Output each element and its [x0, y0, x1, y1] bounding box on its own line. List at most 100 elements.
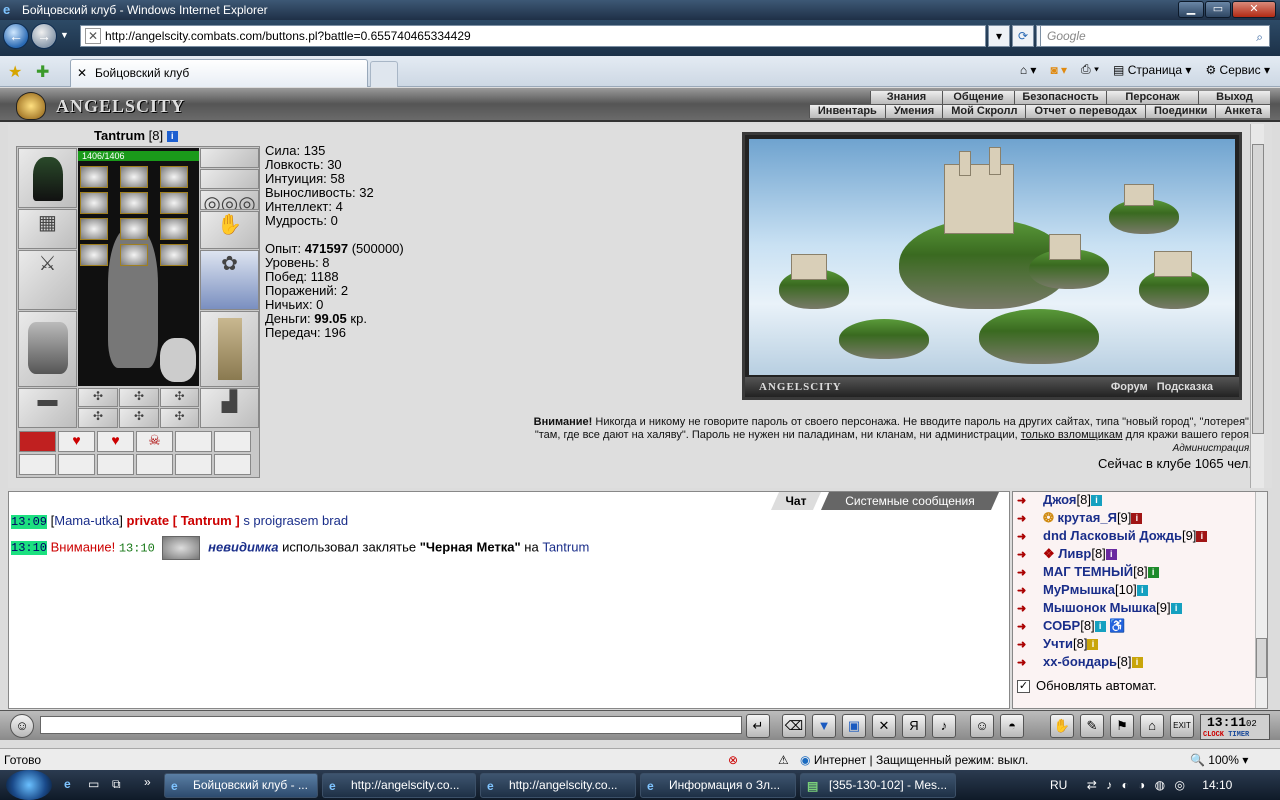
- save-icon[interactable]: ▣: [842, 714, 866, 738]
- menu-profile[interactable]: Анкета: [1215, 105, 1270, 118]
- main-scroll-thumb[interactable]: [1252, 144, 1264, 434]
- user-name[interactable]: МуРмышка: [1043, 582, 1115, 597]
- switch-windows-icon[interactable]: ⧉: [112, 777, 121, 792]
- armor-slot[interactable]: [18, 311, 77, 387]
- back-button[interactable]: ←: [3, 23, 29, 49]
- address-bar[interactable]: ✕ http://angelscity.combats.com/buttons.…: [80, 25, 986, 47]
- private-arrow-icon[interactable]: ➜: [1017, 620, 1043, 633]
- online-user[interactable]: ➜ Мышонок Мышка[9] i: [1017, 600, 1182, 618]
- volume-icon[interactable]: ♪: [1106, 778, 1112, 792]
- empty-slot[interactable]: [58, 454, 95, 475]
- private-arrow-icon[interactable]: ➜: [1017, 494, 1043, 507]
- weapon-slot[interactable]: ⚔: [18, 250, 77, 310]
- search-input[interactable]: Google ⌕: [1040, 25, 1270, 47]
- item-slot[interactable]: [80, 244, 108, 266]
- effect-slot[interactable]: [19, 431, 56, 452]
- private-arrow-icon[interactable]: ➜: [1017, 512, 1043, 525]
- info-icon[interactable]: i: [1105, 549, 1117, 561]
- zoom-level[interactable]: 🔍 100% ▾: [1190, 749, 1248, 771]
- user-name[interactable]: МАГ ТЕМНЫЙ: [1043, 564, 1133, 579]
- rings-slot[interactable]: ◎◎◎: [200, 190, 259, 210]
- info-icon[interactable]: i: [166, 131, 178, 143]
- item-slot[interactable]: [120, 218, 148, 240]
- popup-blocker-icon[interactable]: ⊗: [728, 749, 738, 771]
- user-name[interactable]: Учти: [1043, 636, 1073, 651]
- user-name[interactable]: Мышонок Мышка: [1043, 600, 1156, 615]
- private-arrow-icon[interactable]: ➜: [1017, 638, 1043, 651]
- page-menu[interactable]: ▤ Страница ▾: [1113, 63, 1191, 77]
- private-arrow-icon[interactable]: ➜: [1017, 584, 1043, 597]
- user-name[interactable]: крутая_Я: [1058, 510, 1117, 525]
- menu-exit[interactable]: Выход: [1198, 91, 1270, 104]
- menu-knowledge[interactable]: Знания: [870, 91, 942, 104]
- menu-communication[interactable]: Общение: [942, 91, 1014, 104]
- menu-battles[interactable]: Поединки: [1145, 105, 1216, 118]
- user-name[interactable]: СОБР: [1043, 618, 1080, 633]
- private-arrow-icon[interactable]: ➜: [1017, 602, 1043, 615]
- amulet-slot[interactable]: [200, 148, 259, 168]
- item-slot[interactable]: [120, 166, 148, 188]
- item-slot[interactable]: [160, 244, 188, 266]
- menu-security[interactable]: Безопасность: [1014, 91, 1106, 104]
- sound-icon[interactable]: ♪: [932, 714, 956, 738]
- picture-links[interactable]: Форум Подсказка: [1111, 377, 1213, 397]
- recent-pages-dropdown-icon[interactable]: ▼: [60, 30, 69, 40]
- address-dropdown-icon[interactable]: ▾: [988, 25, 1010, 47]
- heart-effect-slot[interactable]: ♥: [58, 431, 95, 452]
- belt-slot[interactable]: ▬: [18, 388, 77, 428]
- tab-chat[interactable]: Чат: [771, 492, 821, 510]
- language-indicator[interactable]: RU: [1050, 778, 1067, 792]
- print-icon[interactable]: ⎙ ▾: [1081, 62, 1099, 77]
- item-slot[interactable]: [80, 166, 108, 188]
- info-icon[interactable]: i: [1094, 621, 1106, 633]
- menu-transfer-report[interactable]: Отчет о переводах: [1025, 105, 1146, 118]
- info-icon[interactable]: i: [1131, 657, 1143, 669]
- online-user[interactable]: ➜ СОБР[8] i ♿: [1017, 618, 1125, 636]
- tab-system-messages[interactable]: Системные сообщения: [821, 492, 999, 510]
- empty-slot[interactable]: [136, 454, 173, 475]
- clock-timer[interactable]: 13:1102 CLOCK TIMER: [1200, 714, 1270, 740]
- flowers-slot[interactable]: ✿: [200, 250, 259, 310]
- online-user[interactable]: ➜ dnd Ласковый Дождь[9] i: [1017, 528, 1208, 546]
- chat-caster[interactable]: невидимка: [208, 539, 278, 554]
- boots-slot[interactable]: ▟: [200, 388, 259, 428]
- info-icon[interactable]: i: [1136, 585, 1148, 597]
- empty-slot[interactable]: [175, 431, 212, 452]
- quicklaunch-more-icon[interactable]: »: [144, 775, 151, 789]
- rune-slot[interactable]: ✣: [78, 388, 118, 407]
- chat-mode-icon[interactable]: ☺: [10, 714, 34, 738]
- tab-fight-club[interactable]: ✕ Бойцовский клуб: [70, 59, 368, 87]
- taskbar-item[interactable]: e Бойцовский клуб - ...: [164, 773, 318, 798]
- user-name[interactable]: хх-бондарь: [1043, 654, 1117, 669]
- menu-character[interactable]: Персонаж: [1106, 91, 1198, 104]
- online-user[interactable]: ➜ Джоя[8] i: [1017, 492, 1102, 510]
- new-tab-button[interactable]: [370, 61, 398, 87]
- online-user[interactable]: ➜ ❖ Ливр[8] i: [1017, 546, 1117, 564]
- quicklaunch-ie-icon[interactable]: e: [64, 777, 71, 791]
- empty-slot[interactable]: [214, 431, 251, 452]
- auto-refresh-option[interactable]: ✓ Обновлять автомат.: [1017, 678, 1156, 694]
- hand-icon[interactable]: ✋: [1050, 714, 1074, 738]
- rune-slot[interactable]: ✣: [119, 388, 159, 407]
- taskbar-item[interactable]: e Информация о Зл...: [640, 773, 796, 798]
- clear-icon[interactable]: ⌫: [782, 714, 806, 738]
- tray-app-icon[interactable]: ◑: [1138, 778, 1145, 792]
- tray-app-icon[interactable]: ◎: [1174, 778, 1184, 792]
- pet-cat-image[interactable]: [160, 338, 196, 382]
- online-user[interactable]: ➜ Учти[8] i: [1017, 636, 1099, 654]
- online-user[interactable]: ➜ хх-бондарь[8] i: [1017, 654, 1143, 672]
- close-window-button[interactable]: ✕: [1232, 1, 1276, 18]
- user-name[interactable]: dnd Ласковый Дождь: [1043, 528, 1182, 543]
- minimize-button[interactable]: ▁: [1178, 1, 1204, 18]
- send-icon[interactable]: ↵: [746, 714, 770, 738]
- group-icon[interactable]: ⚑: [1110, 714, 1134, 738]
- online-user[interactable]: ➜ ❂ крутая_Я[9] i: [1017, 510, 1143, 528]
- private-arrow-icon[interactable]: ➜: [1017, 566, 1043, 579]
- chat-input[interactable]: [40, 716, 742, 734]
- taskbar-item[interactable]: ▤ [355-130-102] - Mes...: [800, 773, 956, 798]
- info-icon[interactable]: i: [1170, 603, 1182, 615]
- menu-skills[interactable]: Умения: [884, 105, 943, 118]
- earrings-slot[interactable]: [200, 169, 259, 189]
- auto-refresh-checkbox[interactable]: ✓: [1017, 680, 1030, 694]
- info-icon[interactable]: i: [1147, 567, 1159, 579]
